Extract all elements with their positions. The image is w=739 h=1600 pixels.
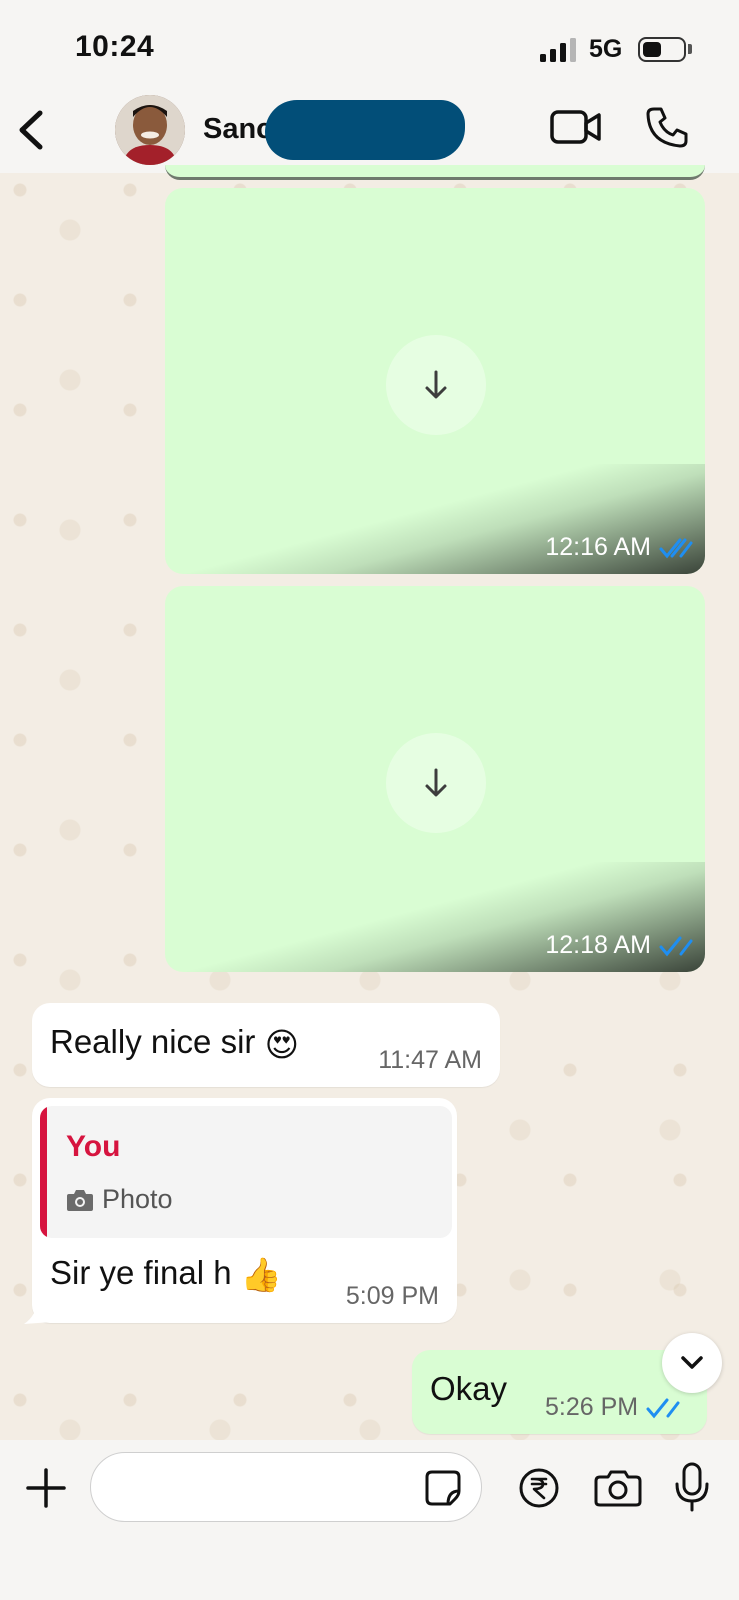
redaction-mark: [265, 100, 465, 160]
message-meta: 5:26 PM: [545, 1393, 680, 1422]
message-time: 5:26 PM: [545, 1393, 639, 1421]
chat-header: Sanc: [0, 95, 739, 173]
download-arrow-icon: [425, 768, 447, 797]
read-ticks-icon: [659, 936, 693, 956]
scroll-to-bottom-button[interactable]: [662, 1333, 722, 1393]
message-time: 12:18 AM: [545, 931, 651, 959]
input-bar: [0, 1440, 739, 1600]
incoming-reply-message[interactable]: You Photo Sir ye final h 👍 5:09 PM: [32, 1098, 457, 1323]
reply-accent-bar: [40, 1106, 47, 1238]
image-message-partial[interactable]: [165, 165, 705, 180]
message-text-content: Sir ye final h: [50, 1254, 232, 1291]
download-button[interactable]: [386, 335, 486, 435]
image-meta: 12:18 AM: [545, 931, 693, 960]
contact-avatar[interactable]: [115, 95, 185, 165]
heart-eyes-emoji: 😍: [264, 1025, 299, 1063]
battery-icon: [638, 37, 686, 62]
image-message[interactable]: 12:16 AM: [165, 188, 705, 574]
read-ticks-icon: [659, 538, 693, 558]
reply-content-label: Photo: [102, 1184, 173, 1214]
camera-icon[interactable]: [594, 1468, 642, 1508]
camera-small-icon: [67, 1189, 93, 1211]
image-meta: 12:16 AM: [545, 533, 693, 562]
image-message[interactable]: 12:18 AM: [165, 586, 705, 972]
status-bar: 10:24 5G: [0, 0, 739, 95]
back-icon[interactable]: [12, 105, 52, 155]
reply-content: Photo: [66, 1184, 173, 1215]
message-time: 11:47 AM: [378, 1046, 482, 1074]
network-label: 5G: [589, 35, 623, 63]
message-text: Okay: [430, 1370, 508, 1407]
message-text: Sir ye final h 👍: [50, 1254, 282, 1295]
reply-quote[interactable]: You Photo: [40, 1106, 452, 1238]
rupee-payment-icon[interactable]: [518, 1467, 560, 1509]
signal-icon: [540, 38, 576, 62]
message-time: 12:16 AM: [545, 533, 651, 561]
sticker-icon[interactable]: [424, 1469, 462, 1507]
message-text-content: Really nice sir: [50, 1023, 256, 1060]
plus-icon[interactable]: [25, 1467, 67, 1509]
mic-icon[interactable]: [674, 1462, 710, 1512]
message-text: Really nice sir 😍: [50, 1023, 299, 1064]
contact-name[interactable]: Sanc: [203, 113, 272, 146]
voice-call-icon[interactable]: [645, 105, 689, 149]
battery-tip: [688, 44, 692, 54]
status-time: 10:24: [75, 30, 155, 63]
thumbs-up-emoji: 👍: [240, 1255, 282, 1293]
video-call-icon[interactable]: [550, 107, 602, 147]
chevron-down-icon: [681, 1356, 703, 1369]
message-time: 5:09 PM: [345, 1282, 439, 1310]
incoming-message[interactable]: Really nice sir 😍 11:47 AM: [32, 1003, 500, 1087]
reply-author: You: [66, 1130, 121, 1163]
download-arrow-icon: [425, 370, 447, 399]
bubble-tail: [24, 1300, 52, 1324]
download-button[interactable]: [386, 733, 486, 833]
read-ticks-icon: [646, 1398, 680, 1418]
